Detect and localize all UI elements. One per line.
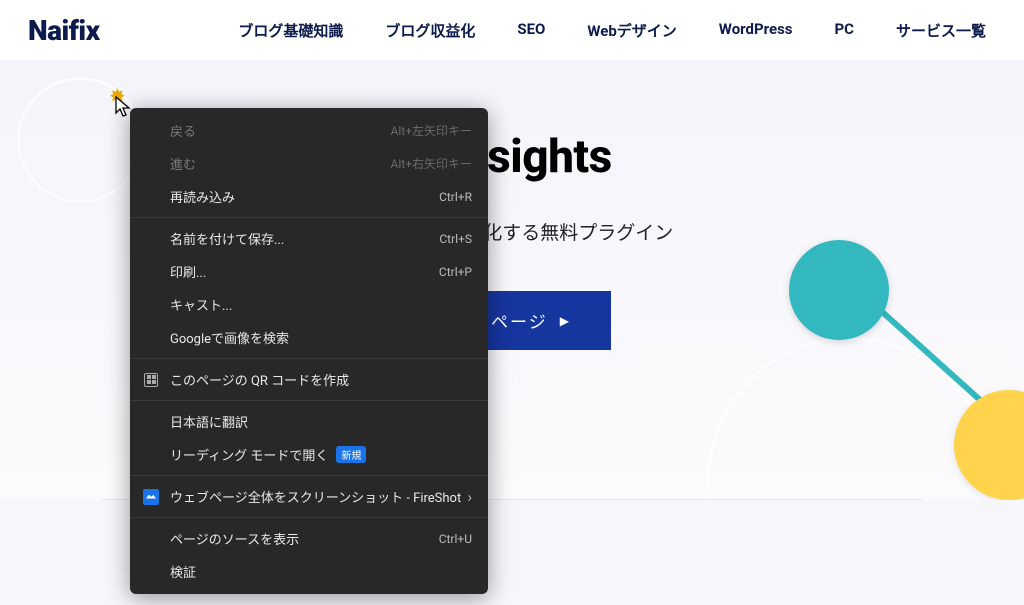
ctx-reader-label: リーディング モードで開く (170, 445, 328, 464)
nav-item-blog-basics[interactable]: ブログ基礎知識 (238, 20, 343, 41)
ctx-search-image[interactable]: Googleで画像を検索 (130, 321, 488, 354)
ctx-forward-label: 進む (170, 154, 196, 173)
ctx-cast-label: キャスト... (170, 295, 232, 314)
nav-item-wordpress[interactable]: WordPress (719, 20, 793, 41)
ctx-separator (130, 217, 488, 218)
ctx-print-label: 印刷... (170, 262, 206, 281)
site-header: Naifix ブログ基礎知識 ブログ収益化 SEO Webデザイン WordPr… (0, 0, 1024, 60)
ctx-reload-label: 再読み込み (170, 187, 235, 206)
ctx-fireshot-label: ウェブページ全体をスクリーンショット - FireShot (170, 487, 461, 506)
ctx-inspect-label: 検証 (170, 562, 196, 581)
ctx-save-as-label: 名前を付けて保存... (170, 229, 284, 248)
ctx-print[interactable]: 印刷... Ctrl+P (130, 255, 488, 288)
ctx-separator (130, 358, 488, 359)
ctx-forward[interactable]: 進む Alt+右矢印キー (130, 147, 488, 180)
qr-code-icon (142, 371, 160, 389)
ctx-search-image-label: Googleで画像を検索 (170, 328, 289, 347)
ctx-inspect[interactable]: 検証 (130, 555, 488, 588)
ctx-view-source-label: ページのソースを表示 (170, 529, 299, 548)
ctx-fireshot[interactable]: ウェブページ全体をスクリーンショット - FireShot › (130, 480, 488, 513)
ctx-print-shortcut: Ctrl+P (439, 265, 472, 279)
ctx-view-source[interactable]: ページのソースを表示 Ctrl+U (130, 522, 488, 555)
nav-item-blog-monetize[interactable]: ブログ収益化 (385, 20, 475, 41)
ctx-qr-label: このページの QR コードを作成 (170, 370, 349, 389)
ctx-reader-mode[interactable]: リーディング モードで開く 新規 (130, 438, 488, 471)
nav-item-webdesign[interactable]: Webデザイン (587, 20, 676, 41)
ctx-cast[interactable]: キャスト... (130, 288, 488, 321)
ctx-qr-code[interactable]: このページの QR コードを作成 (130, 363, 488, 396)
fireshot-icon (142, 488, 160, 506)
ctx-view-source-shortcut: Ctrl+U (439, 532, 472, 546)
main-nav: ブログ基礎知識 ブログ収益化 SEO Webデザイン WordPress PC … (238, 20, 986, 41)
chevron-right-icon: › (467, 488, 472, 506)
ctx-reload[interactable]: 再読み込み Ctrl+R (130, 180, 488, 213)
ctx-forward-shortcut: Alt+右矢印キー (391, 155, 472, 172)
chevron-right-icon: ▶ (560, 314, 571, 328)
ctx-back[interactable]: 戻る Alt+左矢印キー (130, 114, 488, 147)
ctx-separator (130, 400, 488, 401)
new-badge: 新規 (336, 446, 366, 463)
site-logo[interactable]: Naifix (28, 14, 100, 47)
nav-item-pc[interactable]: PC (835, 20, 854, 41)
ctx-reload-shortcut: Ctrl+R (439, 190, 472, 204)
browser-context-menu: 戻る Alt+左矢印キー 進む Alt+右矢印キー 再読み込み Ctrl+R 名… (130, 108, 488, 594)
ctx-translate-label: 日本語に翻訳 (170, 412, 248, 431)
nav-item-services[interactable]: サービス一覧 (896, 20, 986, 41)
ctx-save-as[interactable]: 名前を付けて保存... Ctrl+S (130, 222, 488, 255)
decorative-circle-yellow (954, 390, 1024, 500)
ctx-back-shortcut: Alt+左矢印キー (391, 122, 472, 139)
ctx-separator (130, 517, 488, 518)
ctx-back-label: 戻る (170, 121, 196, 140)
nav-item-seo[interactable]: SEO (517, 20, 545, 41)
ctx-separator (130, 475, 488, 476)
ctx-translate[interactable]: 日本語に翻訳 (130, 405, 488, 438)
ctx-save-as-shortcut: Ctrl+S (439, 232, 472, 246)
